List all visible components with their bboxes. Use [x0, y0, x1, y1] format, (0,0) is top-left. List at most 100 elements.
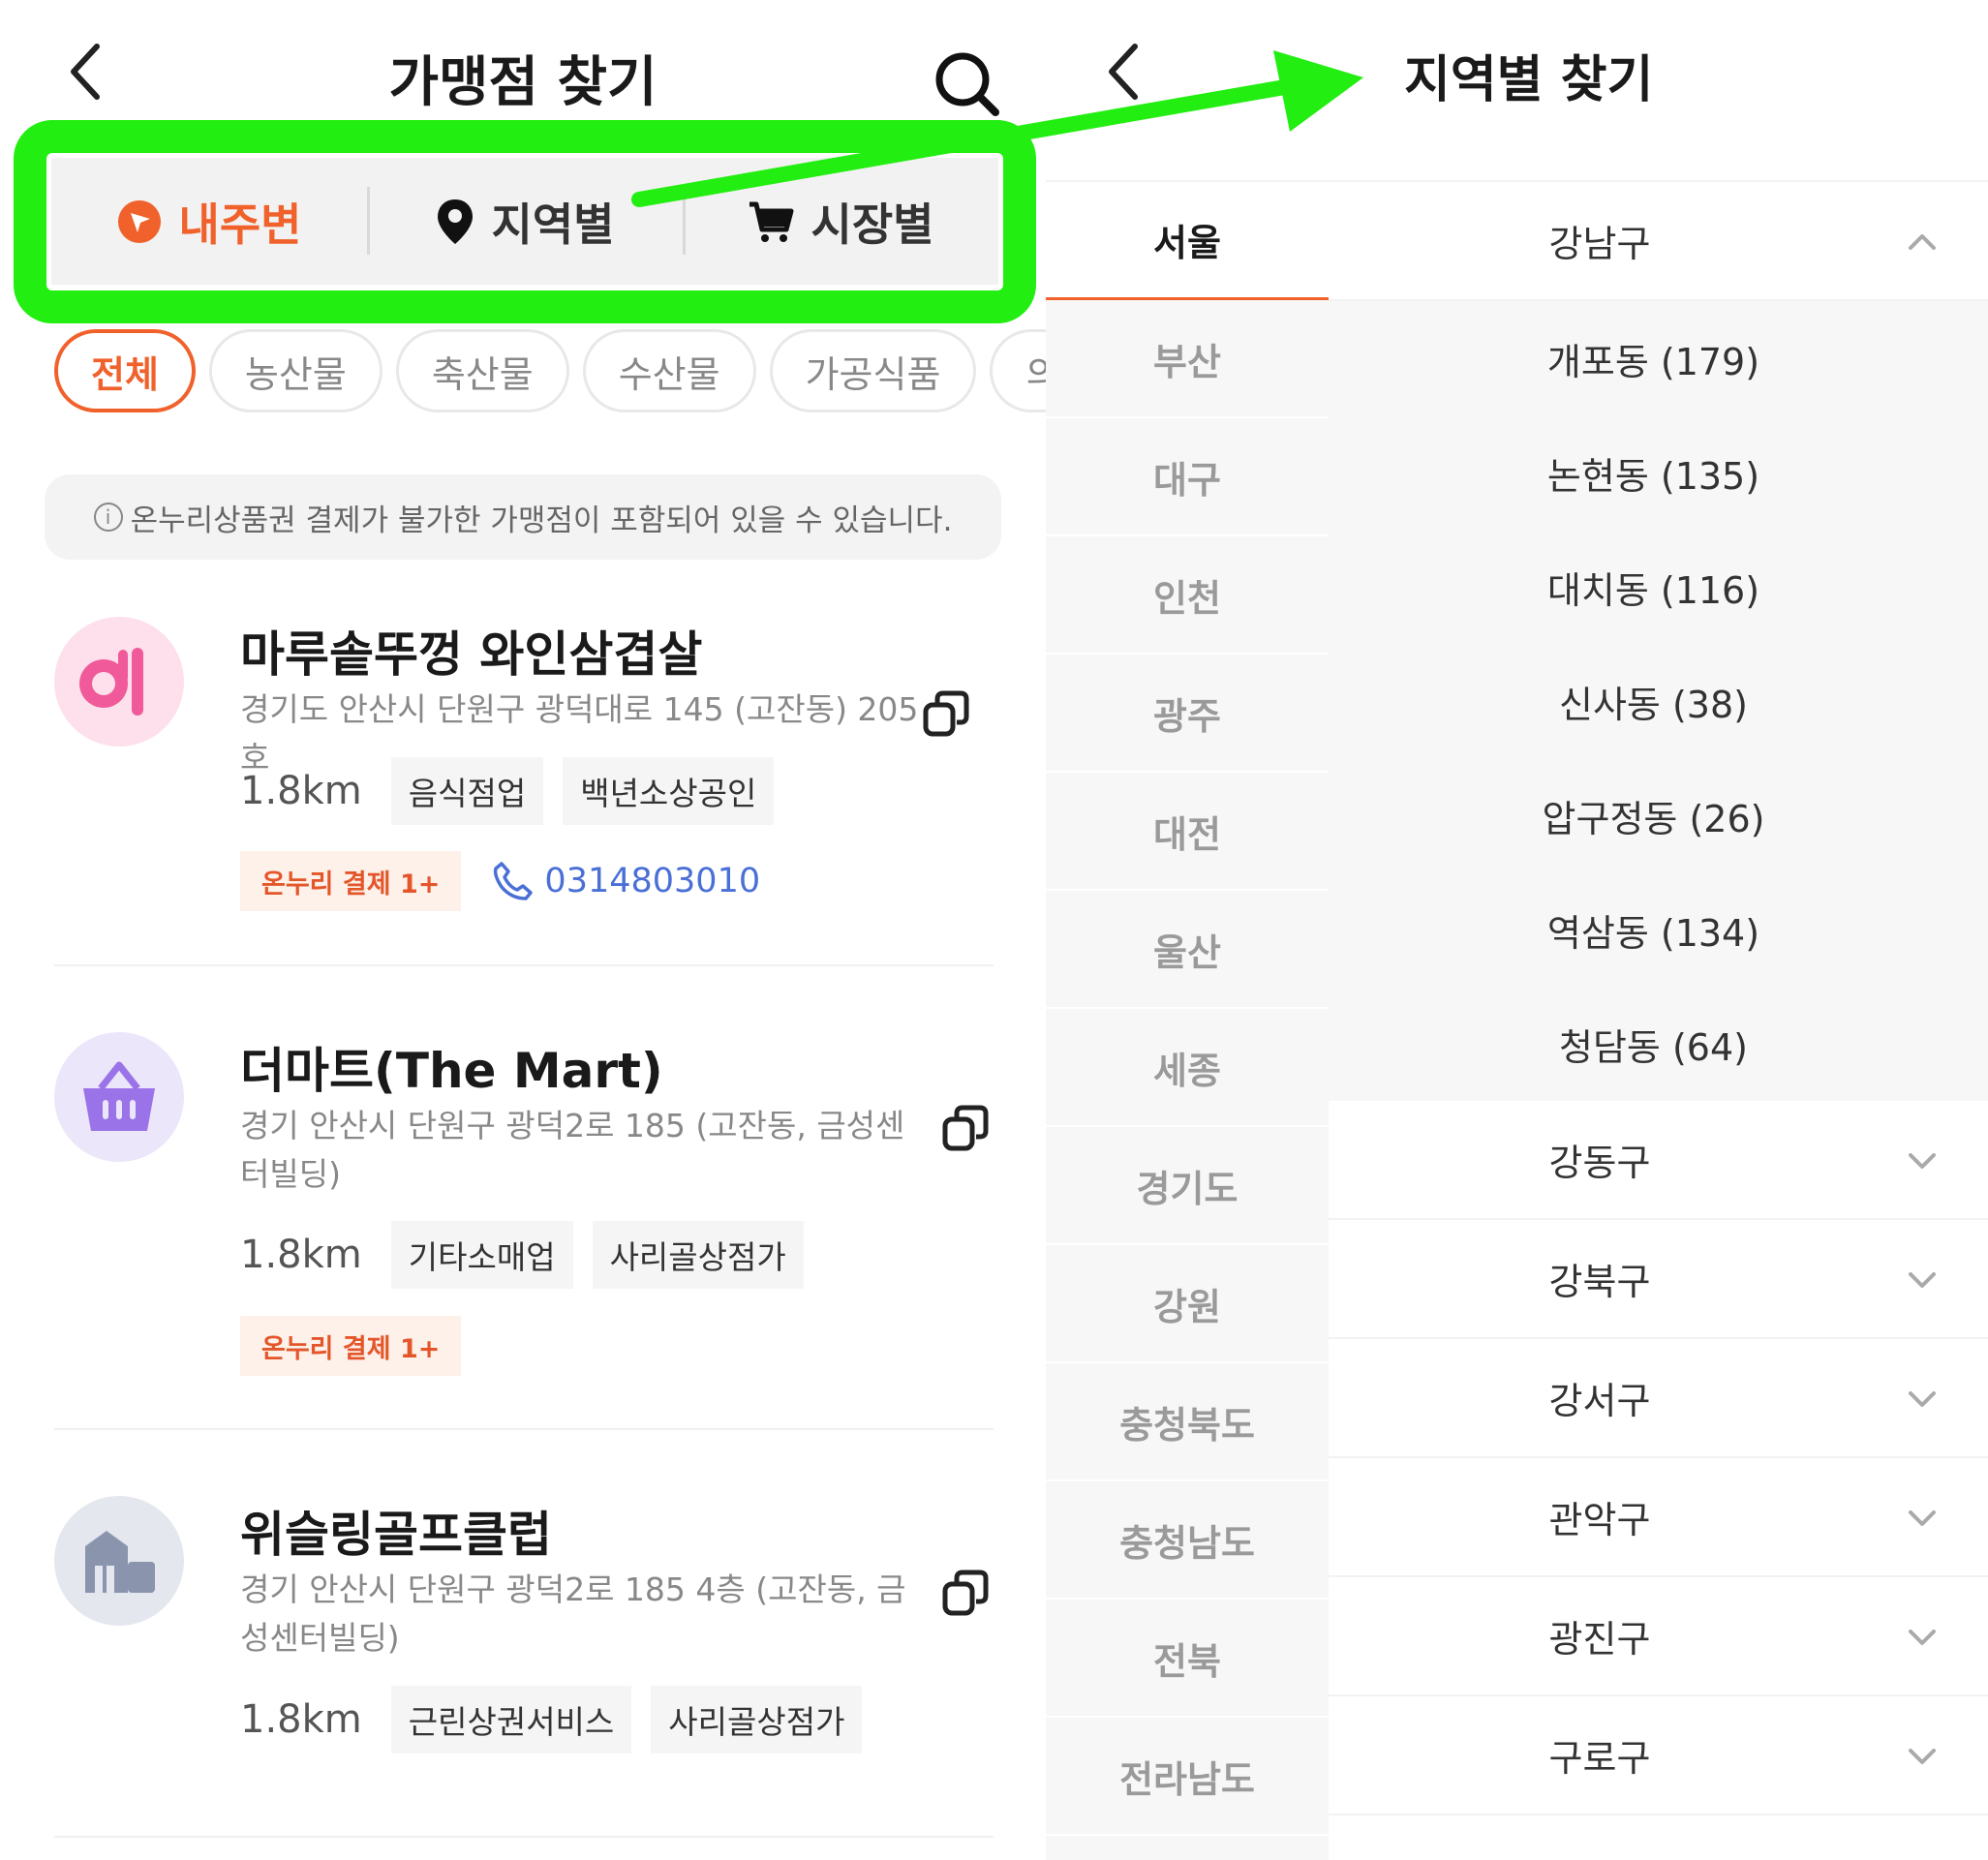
district-item[interactable]: 관악구 [1329, 1458, 1988, 1577]
search-mode-tabs: 내주변 지역별 시장별 [51, 158, 998, 285]
chevron-down-icon [1909, 1153, 1936, 1169]
search-icon [935, 52, 999, 116]
region-item[interactable]: 광주 [1046, 655, 1329, 773]
store-badges: 온누리 결제 1+ [240, 1316, 462, 1376]
tag: 사리골상점가 [651, 1686, 863, 1753]
building-icon [54, 1496, 184, 1626]
restaurant-icon [54, 617, 184, 747]
divider [54, 1836, 994, 1838]
store-address: 경기 안산시 단원구 광덕2로 185 4층 (고잔동, 금성센터빌딩) [240, 1570, 906, 1657]
region-list: 서울 부산 대구 인천 광주 대전 울산 세종 경기도 강원 충청북도 충청남도… [1046, 182, 1329, 1860]
distance: 1.8km [240, 769, 362, 813]
region-item[interactable]: 충청남도 [1046, 1481, 1329, 1600]
distance: 1.8km [240, 1233, 362, 1277]
district-item[interactable]: 강서구 [1329, 1339, 1988, 1458]
shopping-basket-icon [54, 1032, 184, 1162]
region-finder-screen: 지역별 찾기 서울 부산 대구 인천 광주 대전 울산 세종 경기도 강원 충청… [1046, 0, 1988, 1860]
district-label: 강서구 [1548, 1380, 1651, 1422]
region-item[interactable]: 세종 [1046, 1009, 1329, 1127]
phone-link[interactable]: 0314803010 [492, 860, 760, 902]
divider [54, 964, 994, 966]
chip-seafood[interactable]: 수산물 [582, 329, 756, 412]
store-meta: 1.8km 근린상권서비스 사리골상점가 [240, 1686, 863, 1753]
region-item[interactable]: 대전 [1046, 773, 1329, 891]
chevron-down-icon [1909, 1630, 1936, 1645]
store-badges: 온누리 결제 1+ 0314803010 [240, 851, 760, 911]
nearby-icon [117, 199, 161, 243]
tab-market[interactable]: 시장별 [683, 158, 998, 285]
search-button[interactable] [928, 46, 1005, 124]
page-title: 가맹점 찾기 [388, 51, 658, 114]
subdistrict-item[interactable]: 논현동 (135) [1329, 415, 1988, 530]
region-item[interactable]: 강원 [1046, 1245, 1329, 1363]
district-label: 강동구 [1548, 1142, 1651, 1184]
chevron-down-icon [1909, 1510, 1936, 1526]
tag: 기타소매업 [390, 1221, 573, 1289]
chevron-up-icon [1909, 234, 1936, 250]
copy-icon[interactable] [922, 689, 972, 740]
chip-clothing[interactable]: 의류 [990, 329, 1046, 412]
divider [54, 1428, 994, 1430]
distance: 1.8km [240, 1697, 362, 1742]
subdistrict-list: 개포동 (179) 논현동 (135) 대치동 (116) 신사동 (38) 압… [1329, 301, 1988, 1101]
back-button[interactable] [1104, 41, 1143, 112]
region-item[interactable]: 대구 [1046, 418, 1329, 536]
subdistrict-item[interactable]: 대치동 (116) [1329, 530, 1988, 644]
chip-processed-food[interactable]: 가공식품 [769, 329, 977, 412]
store-meta: 1.8km 기타소매업 사리골상점가 [240, 1221, 804, 1289]
store-address: 경기 안산시 단원구 광덕2로 185 (고잔동, 금성센터빌딩) [240, 1107, 905, 1193]
district-label: 강남구 [1548, 223, 1651, 265]
page-title: 지역별 찾기 [1404, 51, 1654, 109]
onnuri-badge: 온누리 결제 1+ [240, 851, 462, 911]
onnuri-badge: 온누리 결제 1+ [240, 1316, 462, 1376]
chip-agricultural[interactable]: 농산물 [208, 329, 382, 412]
tab-region[interactable]: 지역별 [367, 158, 683, 285]
store-name: 마루솥뚜껑 와인삼겹살 [240, 626, 703, 683]
chevron-left-icon [1109, 44, 1138, 100]
region-item[interactable]: 인천 [1046, 536, 1329, 655]
region-item[interactable]: 서울 [1046, 182, 1329, 300]
subdistrict-item[interactable]: 개포동 (179) [1329, 301, 1988, 415]
subdistrict-item[interactable]: 청담동 (64) [1329, 987, 1988, 1101]
location-pin-icon [437, 198, 473, 244]
category-chips: 전체 농산물 축산물 수산물 가공식품 의류 [54, 329, 1046, 412]
tab-label: 내주변 [178, 198, 302, 251]
tab-label: 시장별 [810, 198, 934, 251]
subdistrict-item[interactable]: 신사동 (38) [1329, 644, 1988, 758]
store-meta: 1.8km 음식점업 백년소상공인 [240, 757, 775, 825]
chevron-down-icon [1909, 1391, 1936, 1407]
cart-icon [749, 201, 794, 242]
region-item[interactable]: 전북 [1046, 1600, 1329, 1718]
region-item[interactable]: 부산 [1046, 300, 1329, 418]
phone-number: 0314803010 [544, 862, 761, 900]
phone-icon [494, 862, 534, 900]
district-label: 강북구 [1548, 1261, 1651, 1303]
subdistrict-item[interactable]: 압구정동 (26) [1329, 758, 1988, 872]
region-item[interactable]: 충청북도 [1046, 1363, 1329, 1481]
district-list: 강남구 개포동 (179) 논현동 (135) 대치동 (116) 신사동 (3… [1329, 182, 1988, 1815]
tab-nearby[interactable]: 내주변 [51, 158, 367, 285]
district-label: 광진구 [1548, 1618, 1651, 1661]
chevron-down-icon [1909, 1749, 1936, 1764]
region-item[interactable]: 울산 [1046, 891, 1329, 1009]
tag: 백년소상공인 [563, 757, 775, 825]
district-item-expanded[interactable]: 강남구 [1329, 182, 1988, 301]
store-name: 위슬링골프클럽 [240, 1507, 552, 1563]
tab-label: 지역별 [491, 198, 615, 251]
district-item[interactable]: 광진구 [1329, 1577, 1988, 1696]
info-icon: i [93, 503, 123, 532]
notice-banner: i 온누리상품권 결제가 불가한 가맹점이 포함되어 있을 수 있습니다. [45, 474, 1001, 560]
district-label: 구로구 [1548, 1737, 1651, 1780]
copy-icon[interactable] [941, 1104, 992, 1154]
subdistrict-item[interactable]: 역삼동 (134) [1329, 872, 1988, 987]
region-item[interactable]: 경기도 [1046, 1127, 1329, 1245]
region-item[interactable]: 전라남도 [1046, 1718, 1329, 1836]
chip-livestock[interactable]: 축산물 [395, 329, 569, 412]
district-item[interactable]: 강동구 [1329, 1101, 1988, 1220]
district-label: 관악구 [1548, 1499, 1651, 1541]
copy-icon[interactable] [941, 1569, 992, 1619]
district-item[interactable]: 구로구 [1329, 1696, 1988, 1815]
district-item[interactable]: 강북구 [1329, 1220, 1988, 1339]
chip-all[interactable]: 전체 [54, 329, 196, 412]
header: 가맹점 찾기 [0, 0, 1046, 145]
